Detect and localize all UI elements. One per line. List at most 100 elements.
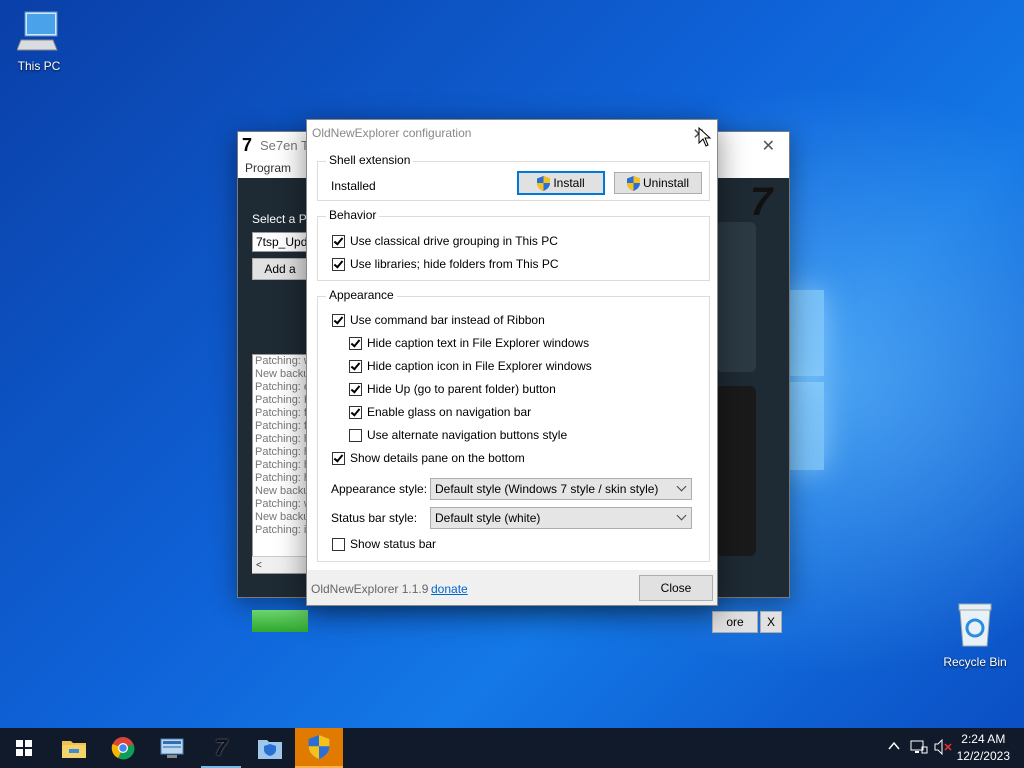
checkbox-alternate-nav-buttons[interactable]: Use alternate navigation buttons style: [349, 428, 567, 442]
install-status: Installed: [331, 179, 376, 193]
close-icon[interactable]: ✕: [762, 136, 775, 156]
checkbox-classical-drive-grouping[interactable]: Use classical drive grouping in This PC: [332, 234, 558, 248]
progress-bar: [252, 610, 308, 632]
checkbox-box[interactable]: [332, 234, 345, 248]
log-line: Patching: h: [255, 433, 310, 445]
log-line: Patching: h: [255, 446, 310, 458]
checkbox-hide-up-button[interactable]: Hide Up (go to parent folder) button: [349, 382, 556, 396]
dialog-footer: OldNewExplorer 1.1.9 donate Close: [307, 570, 717, 605]
uninstall-label: Uninstall: [642, 176, 690, 190]
checkbox-hide-caption-icon[interactable]: Hide caption icon in File Explorer windo…: [349, 359, 592, 373]
taskbar: 7 2:24 AM 12/2/2023: [0, 728, 1024, 768]
desktop-icon-label: This PC: [17, 59, 61, 73]
checkbox-box[interactable]: [349, 405, 362, 419]
network-icon[interactable]: [910, 739, 928, 758]
appearance-style-label: Appearance style:: [331, 482, 428, 496]
behavior-group: Behavior Use classical drive grouping in…: [317, 208, 710, 281]
taskbar-clock[interactable]: 2:24 AM 12/2/2023: [957, 731, 1010, 765]
checkbox-label: Show status bar: [350, 537, 437, 551]
restore-button[interactable]: ore: [712, 611, 758, 633]
dialog-titlebar[interactable]: OldNewExplorer configuration ✕: [307, 120, 717, 146]
checkbox-label: Enable glass on navigation bar: [367, 405, 532, 419]
menu-program[interactable]: Program: [245, 161, 291, 175]
checkbox-label: Show details pane on the bottom: [350, 451, 525, 465]
checkbox-box[interactable]: [349, 382, 362, 396]
path-input[interactable]: 7tsp_Updat: [252, 232, 310, 252]
file-explorer-icon: [62, 741, 86, 758]
checkbox-label: Use alternate navigation buttons style: [367, 428, 568, 442]
taskbar-control-panel[interactable]: [148, 728, 196, 768]
checkbox-box[interactable]: [332, 313, 345, 327]
log-list[interactable]: Patching: w New backu Patching: e Patchi…: [252, 354, 310, 574]
add-button[interactable]: Add a: [252, 258, 308, 280]
checkbox-box[interactable]: [332, 451, 345, 465]
appearance-group: Appearance Use command bar instead of Ri…: [317, 288, 710, 562]
uac-shield-icon: [537, 175, 551, 191]
checkbox-box[interactable]: [332, 257, 345, 271]
shell-extension-group: Shell extension Installed Install Uninst…: [317, 153, 710, 201]
horizontal-scrollbar[interactable]: <: [252, 556, 308, 573]
chevron-up-icon[interactable]: [888, 740, 900, 754]
checkbox-command-bar[interactable]: Use command bar instead of Ribbon: [332, 313, 545, 327]
close-label: Close: [660, 581, 692, 595]
uninstall-button[interactable]: Uninstall: [614, 172, 702, 194]
checkbox-box[interactable]: [349, 428, 362, 442]
checkbox-box[interactable]: [349, 359, 362, 373]
clock-date: 12/2/2023: [956, 749, 1010, 763]
preview-thumbnail: [716, 386, 756, 556]
group-legend: Appearance: [326, 288, 397, 302]
taskbar-oldnewexplorer[interactable]: [295, 728, 343, 768]
preview-thumbnail: [716, 222, 756, 372]
uac-shield-icon: [626, 175, 640, 191]
install-button[interactable]: Install: [517, 171, 605, 195]
checkbox-label: Use classical drive grouping in This PC: [350, 234, 558, 248]
checkbox-use-libraries[interactable]: Use libraries; hide folders from This PC: [332, 257, 559, 271]
select-value: Default style (white): [435, 511, 541, 525]
checkbox-box[interactable]: [332, 537, 345, 551]
appearance-style-select[interactable]: Default style (Windows 7 style / skin st…: [430, 478, 692, 500]
log-line: Patching: w: [255, 355, 310, 367]
desktop-icon-this-pc[interactable]: This PC: [4, 10, 74, 73]
log-line: Patching: ir: [255, 524, 310, 536]
cancel-x-button[interactable]: X: [760, 611, 782, 633]
checkbox-show-status-bar[interactable]: Show status bar: [332, 537, 436, 551]
seven-logo-icon: 7: [750, 180, 773, 224]
log-line: Patching: F: [255, 394, 310, 406]
app-logo-icon: 7: [242, 134, 253, 155]
checkbox-label: Use command bar instead of Ribbon: [350, 313, 545, 327]
taskbar-7tsp[interactable]: 7: [197, 728, 245, 768]
checkbox-details-pane-bottom[interactable]: Show details pane on the bottom: [332, 451, 525, 465]
log-line: Patching: h: [255, 459, 310, 471]
donate-link[interactable]: donate: [431, 582, 468, 596]
log-line: New backu: [255, 511, 310, 523]
taskbar-file-explorer[interactable]: [50, 728, 98, 768]
windows-logo-wallpaper: [788, 290, 824, 470]
taskbar-security[interactable]: [246, 728, 294, 768]
volume-muted-icon[interactable]: [934, 738, 952, 758]
security-icon: [258, 740, 282, 759]
desktop-icon-recycle-bin[interactable]: Recycle Bin: [940, 602, 1010, 669]
status-bar-style-label: Status bar style:: [331, 511, 418, 525]
log-line: New backu: [255, 485, 310, 497]
oldnewexplorer-icon: [308, 735, 330, 759]
checkbox-enable-glass[interactable]: Enable glass on navigation bar: [349, 405, 531, 419]
oldnewexplorer-dialog: OldNewExplorer configuration ✕ Shell ext…: [306, 119, 718, 606]
dialog-content: Shell extension Installed Install Uninst…: [307, 146, 717, 570]
group-legend: Behavior: [326, 208, 380, 222]
install-label: Install: [553, 176, 585, 190]
mouse-cursor-icon: [698, 127, 712, 147]
checkbox-hide-caption-text[interactable]: Hide caption text in File Explorer windo…: [349, 336, 589, 350]
status-bar-style-select[interactable]: Default style (white): [430, 507, 692, 529]
select-label: Select a Pa: [252, 212, 314, 226]
checkbox-label: Hide caption text in File Explorer windo…: [367, 336, 590, 350]
close-button[interactable]: Close: [639, 575, 713, 601]
log-line: Patching: e: [255, 381, 310, 393]
start-button[interactable]: [0, 728, 48, 768]
checkbox-label: Hide caption icon in File Explorer windo…: [367, 359, 592, 373]
checkbox-label: Hide Up (go to parent folder) button: [367, 382, 556, 396]
taskbar-chrome[interactable]: [99, 728, 147, 768]
log-line: Patching: fo: [255, 407, 310, 419]
group-legend: Shell extension: [326, 153, 414, 167]
version-label: OldNewExplorer 1.1.9: [311, 582, 429, 596]
checkbox-box[interactable]: [349, 336, 362, 350]
